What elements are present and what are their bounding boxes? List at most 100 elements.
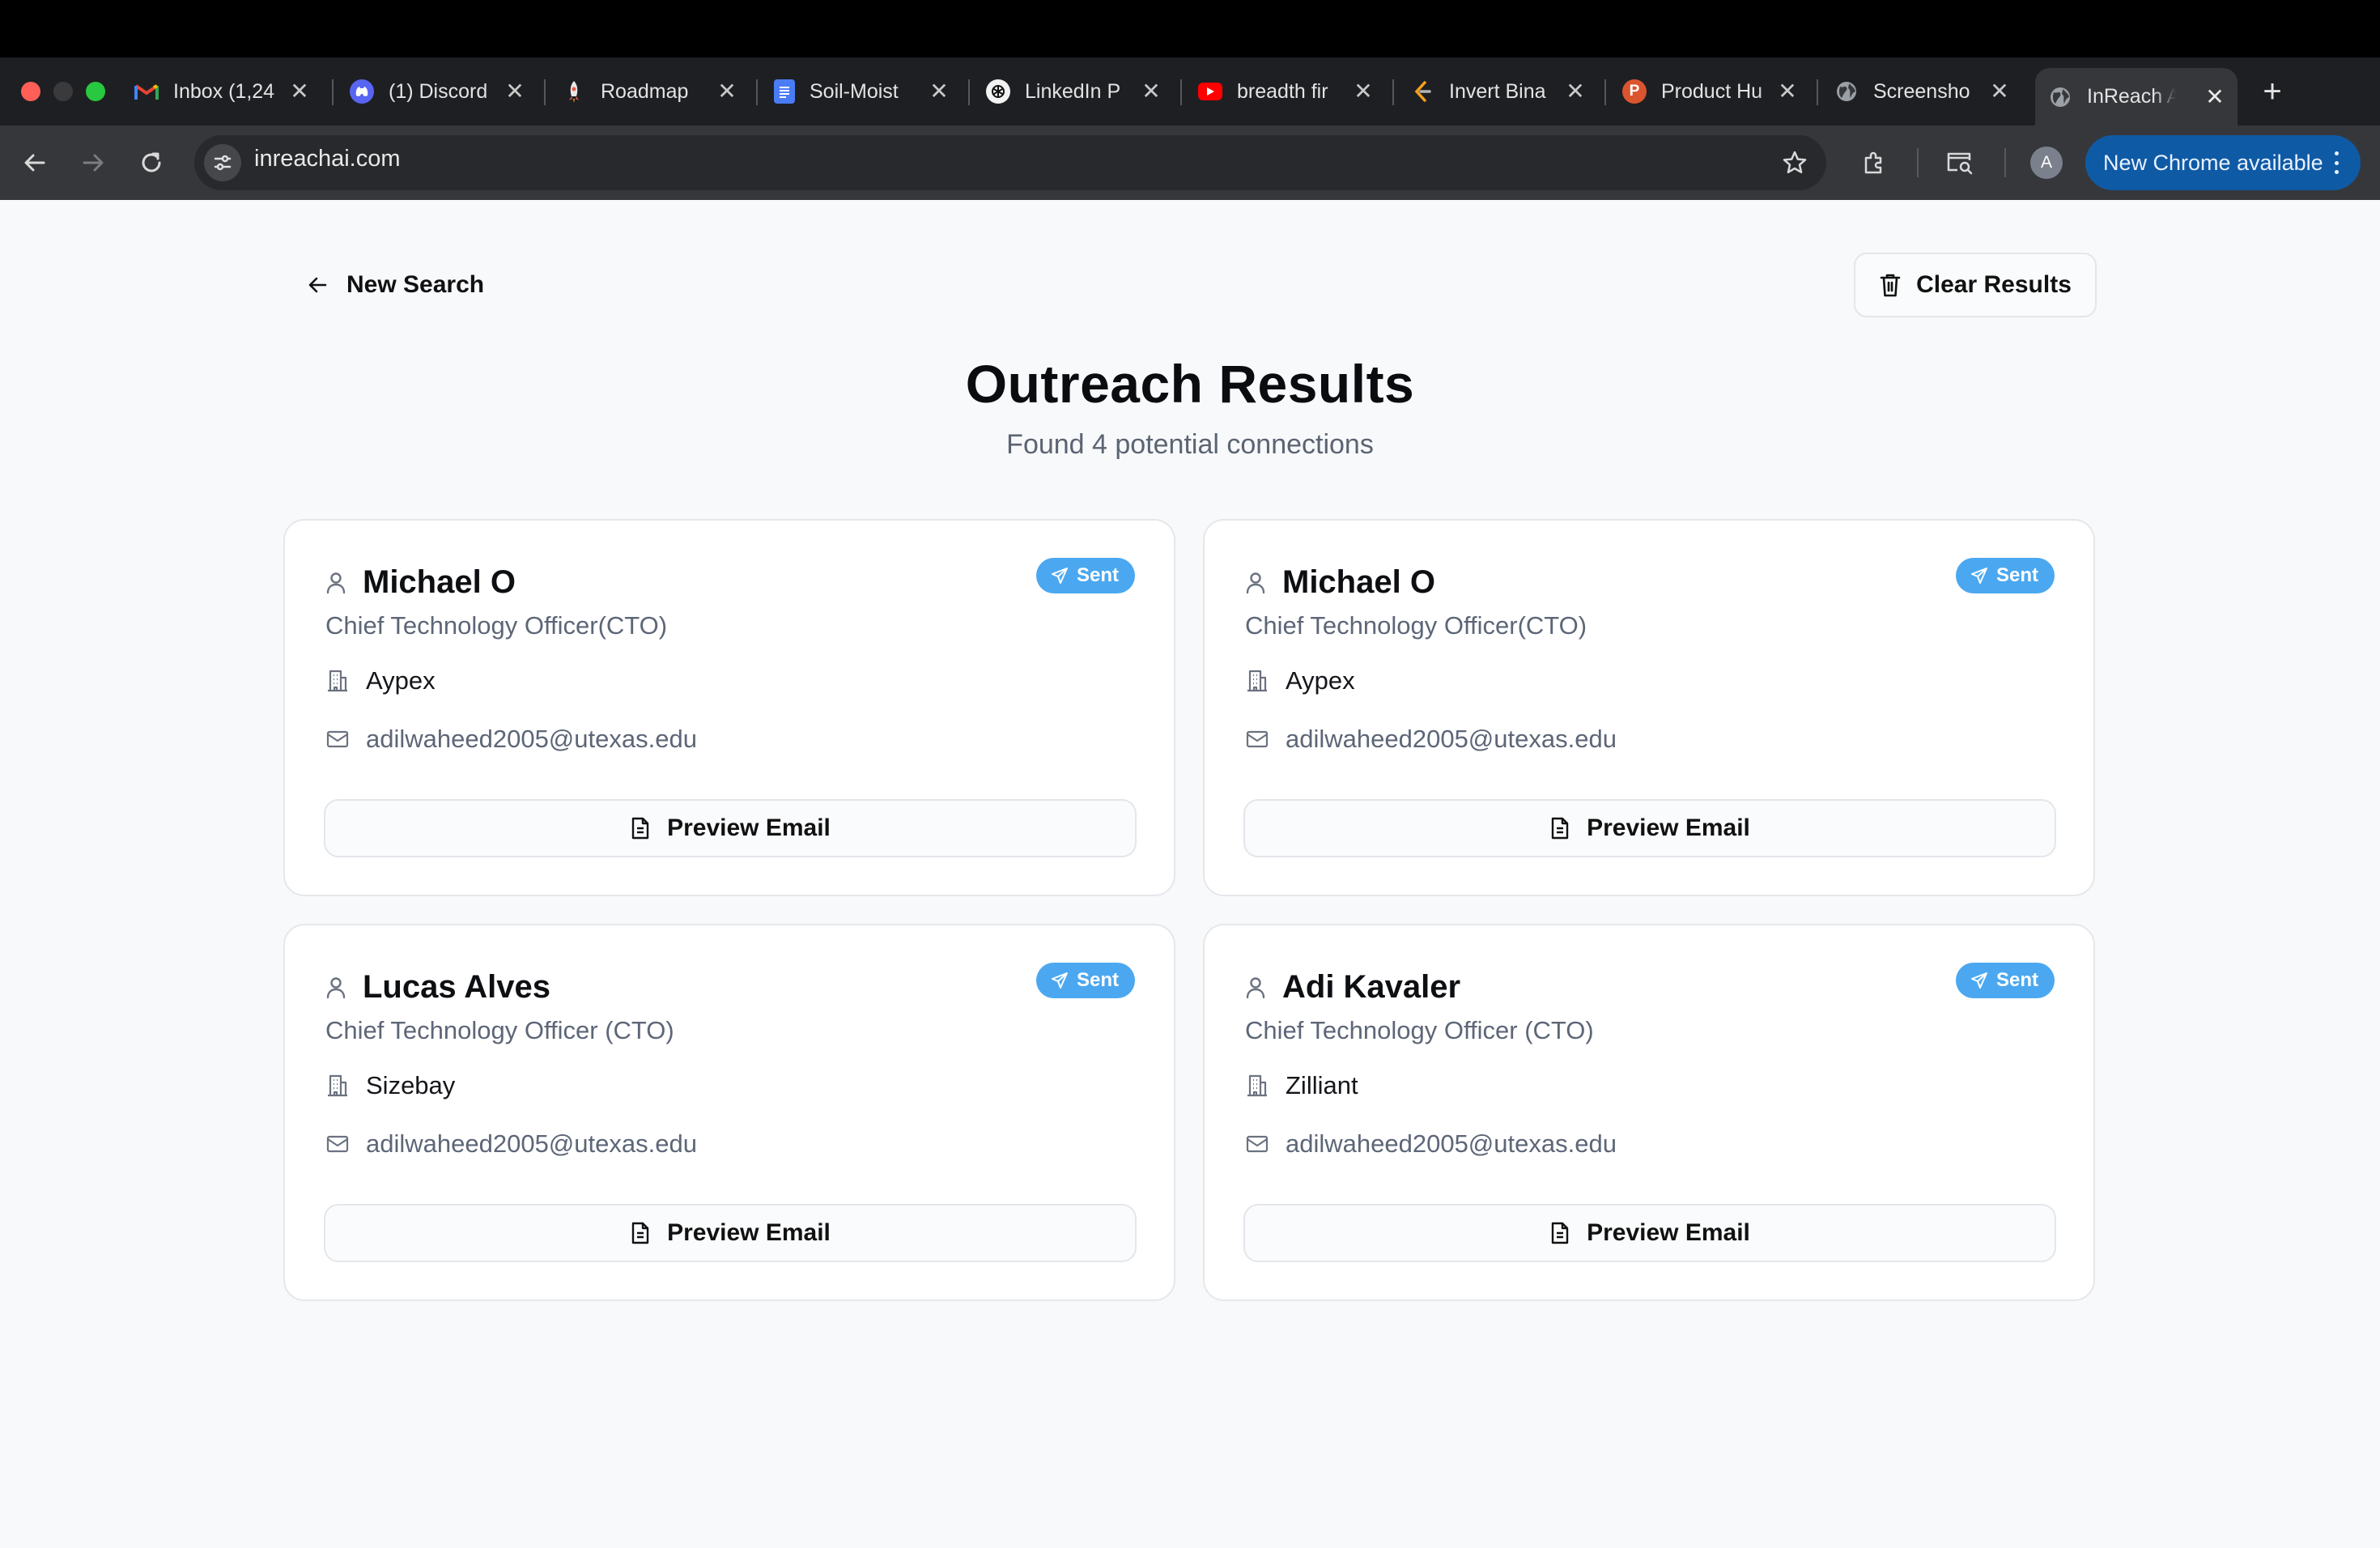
company-row: Aypex [1245,666,1355,695]
discord-icon [350,79,374,104]
producthunt-icon: P [1622,79,1647,104]
tab-discord[interactable]: (1) Discord ✕ [350,65,538,118]
tab-separator [544,79,546,105]
tab-product-hunt[interactable]: P Product Hu ✕ [1622,65,1810,118]
building-icon [1245,1074,1269,1098]
new-tab-button[interactable]: + [2252,71,2293,112]
building-icon [325,669,350,693]
person-name: Adi Kavaler [1282,969,1461,1005]
person-header: Adi Kavaler [1245,969,1460,1006]
status-badge: Sent [1955,963,2055,998]
tab-invert-binary[interactable]: Invert Bina ✕ [1410,65,1598,118]
document-icon [630,816,651,840]
document-icon [630,1221,651,1245]
clear-results-button[interactable]: Clear Results [1854,253,2097,317]
person-name: Michael O [1282,564,1435,600]
tab-close-icon[interactable]: ✕ [712,76,742,105]
more-menu-icon[interactable] [2327,147,2346,179]
close-window-button[interactable] [21,82,40,101]
tab-linkedin[interactable]: LinkedIn P ✕ [986,65,1174,118]
trash-icon [1879,272,1902,298]
mail-icon [1245,729,1269,750]
preview-email-button[interactable]: Preview Email [324,1204,1137,1262]
minimize-window-button[interactable] [53,82,73,101]
preview-email-button[interactable]: Preview Email [1243,1204,2056,1262]
company-row: Zilliant [1245,1071,1358,1100]
bookmark-star-icon[interactable] [1774,142,1815,183]
document-icon [1549,816,1570,840]
email-address: adilwaheed2005@utexas.edu [366,725,697,753]
toolbar-separator [2004,148,2006,177]
tab-close-icon[interactable]: ✕ [285,76,314,105]
preview-email-label: Preview Email [667,814,831,841]
address-bar[interactable] [194,135,1826,190]
tab-close-icon[interactable]: ✕ [924,76,954,105]
toolbar-separator [1917,148,1919,177]
building-icon [1245,669,1269,693]
tab-separator [1817,79,1818,105]
document-icon [1549,1221,1570,1245]
tab-close-icon[interactable]: ✕ [500,76,529,105]
globe-icon [2048,85,2072,109]
rocket-icon [562,79,586,104]
forward-icon[interactable] [73,142,113,183]
company-name: Aypex [1286,666,1355,695]
new-search-label: New Search [346,271,485,298]
tab-separator [756,79,758,105]
tab-close-icon[interactable]: ✕ [1773,76,1802,105]
email-row: adilwaheed2005@utexas.edu [1245,1129,1617,1159]
building-icon [325,1074,350,1098]
result-card: Michael O Sent Chief Technology Officer(… [283,519,1175,896]
back-icon[interactable] [15,142,55,183]
preview-email-label: Preview Email [1587,1219,1750,1246]
tab-close-icon[interactable]: ✕ [1985,76,2014,105]
openai-icon [986,79,1010,104]
send-icon [1051,567,1069,585]
tab-soil-moisture[interactable]: Soil-Moist ✕ [774,65,962,118]
page-title: Outreach Results [965,354,1415,414]
tab-gmail[interactable]: Inbox (1,24 ✕ [134,65,322,118]
tab-screenshot[interactable]: Screensho ✕ [1834,65,2022,118]
company-row: Sizebay [325,1071,455,1100]
youtube-icon [1198,83,1222,100]
user-icon [1245,572,1266,594]
tab-close-icon[interactable]: ✕ [1349,76,1378,105]
tab-close-icon[interactable]: ✕ [2200,82,2229,111]
user-icon [325,976,346,999]
person-header: Michael O [325,564,516,601]
url-text[interactable]: inreachai.com [254,146,401,172]
preview-email-button[interactable]: Preview Email [324,799,1137,857]
tab-close-icon[interactable]: ✕ [1561,76,1590,105]
email-address: adilwaheed2005@utexas.edu [1286,1129,1617,1158]
email-row: adilwaheed2005@utexas.edu [325,1129,697,1159]
tab-search-icon[interactable] [1940,142,1980,183]
status-label: Sent [1076,969,1119,991]
user-icon [325,572,346,594]
tab-youtube[interactable]: breadth fir ✕ [1198,65,1386,118]
preview-email-button[interactable]: Preview Email [1243,799,2056,857]
tab-separator [1604,79,1606,105]
job-title: Chief Technology Officer (CTO) [325,1016,674,1044]
preview-email-label: Preview Email [667,1219,831,1246]
status-label: Sent [1076,564,1119,586]
site-settings-icon[interactable] [204,144,241,181]
person-header: Michael O [1245,564,1435,601]
user-icon [1245,976,1266,999]
tab-inreach-ai[interactable]: InReach AI ✕ [2035,68,2238,125]
new-chrome-available-button[interactable]: New Chrome available [2085,135,2361,190]
new-search-link[interactable]: New Search [308,267,484,303]
tab-close-icon[interactable]: ✕ [1137,76,1166,105]
mail-icon [325,729,350,750]
person-header: Lucas Alves [325,969,550,1006]
mail-icon [325,1133,350,1155]
send-icon [1970,972,1988,989]
clear-results-label: Clear Results [1916,271,2072,298]
tab-roadmap[interactable]: Roadmap ✕ [562,65,750,118]
profile-avatar[interactable]: A [2030,147,2063,179]
job-title: Chief Technology Officer (CTO) [1245,1016,1594,1044]
extensions-icon[interactable] [1854,142,1894,183]
email-address: adilwaheed2005@utexas.edu [366,1129,697,1158]
email-row: adilwaheed2005@utexas.edu [325,725,697,754]
reload-icon[interactable] [131,142,172,183]
maximize-window-button[interactable] [86,82,105,101]
